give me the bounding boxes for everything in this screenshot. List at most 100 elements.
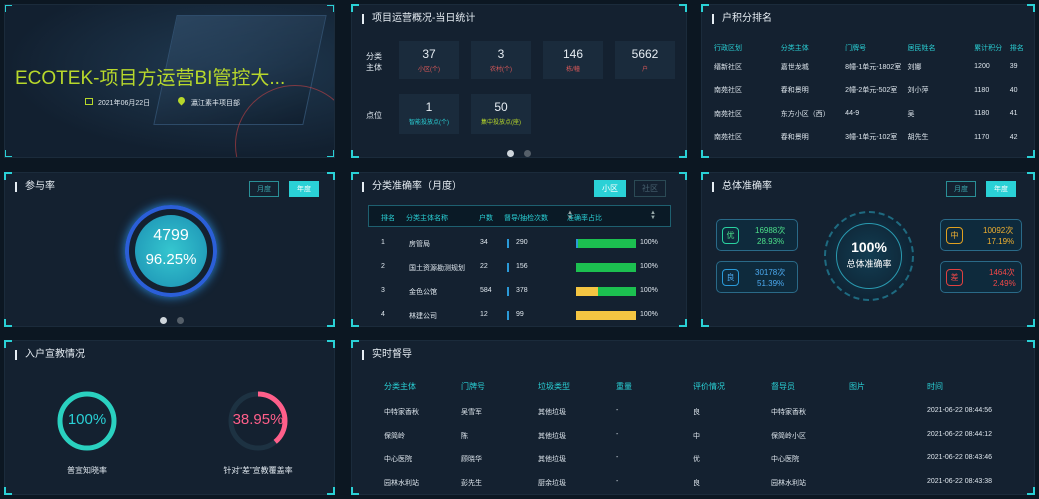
- table-cell: 中: [693, 432, 700, 440]
- grade-cha-box: 差 1464次 2.49%: [940, 261, 1022, 293]
- rank-cell: 3: [381, 287, 385, 294]
- column-header: 分类主体: [780, 45, 809, 52]
- table-cell: 1180: [974, 110, 990, 118]
- column-header: 门牌号: [845, 45, 867, 52]
- carousel-dots[interactable]: [160, 317, 184, 324]
- table-row[interactable]: 3 金色公馆 584 378 100%: [352, 287, 682, 301]
- ranking-panel: 户积分排名 行政区划 分类主体 门牌号 居民姓名 累计积分 排名 缙新社区 嘉世龙城 8幢-1单…: [701, 4, 1035, 158]
- accuracy-title: 分类准确率（月度）: [362, 182, 462, 192]
- household-title: 入户宣教情况: [15, 350, 85, 360]
- stat-value: 1: [425, 100, 433, 114]
- year-button[interactable]: 年度: [986, 181, 1016, 197]
- carousel-dot[interactable]: [177, 317, 184, 324]
- sort-icon[interactable]: ▲ ▼: [650, 210, 656, 221]
- stat-unit: 户: [641, 67, 648, 73]
- table-cell: 1170: [974, 133, 990, 141]
- table-cell: 1180: [974, 86, 990, 94]
- table-cell: 良: [693, 479, 700, 487]
- table-row[interactable]: 南苑社区 春和景明 2幢-2单元-502室 刘小萍 1180 40: [714, 79, 1032, 103]
- table-cell: 2021-06-22 08:43:38: [927, 477, 992, 485]
- households-cell: 22: [480, 263, 488, 270]
- month-button[interactable]: 月度: [946, 181, 976, 197]
- column-header: 分类主体名称: [406, 215, 448, 222]
- stat-box: 1 智能投放点(个): [399, 94, 459, 134]
- sort-icon[interactable]: ▲ ▼: [567, 210, 573, 221]
- column-header: 行政区划: [714, 45, 742, 52]
- stat-box: 3 农村(个): [471, 41, 531, 79]
- table-row[interactable]: 1 房管局 34 290 100%: [352, 239, 682, 253]
- carousel-dot[interactable]: [507, 150, 514, 157]
- pct-cell: 100%: [640, 311, 658, 318]
- table-cell: 其他垃圾: [538, 432, 566, 440]
- community-button[interactable]: 小区: [594, 180, 626, 197]
- household-panel: 入户宣教情况 100% 普宣知晓率 38.95% 针对“差”宣教覆盖率: [4, 340, 335, 495]
- grade-liang-pct: 51.39%: [757, 279, 785, 288]
- table-cell: 2幢-2单元-502室: [845, 87, 898, 95]
- overall-label: 总体准确率: [846, 259, 892, 269]
- accuracy-bar: [576, 263, 636, 272]
- table-cell: 39: [1009, 63, 1018, 71]
- table-cell: 胡先生: [907, 134, 929, 142]
- grade-cha-count: 1464次: [989, 268, 1015, 277]
- grade-cha-pct: 2.49%: [993, 279, 1016, 288]
- row1-label: 分类主体: [366, 52, 382, 72]
- table-cell: 春和景明: [780, 134, 809, 142]
- table-cell: 2021-06-22 08:44:56: [927, 407, 992, 414]
- column-header: 分类主体: [384, 382, 416, 391]
- column-header: 门牌号: [461, 382, 485, 391]
- table-row[interactable]: 园林水利站 彭先生 厨余垃圾 - 良 园林水利站 2021-06-22 08:43:38: [352, 478, 1032, 490]
- table-cell: 2021-06-22 08:44:12: [927, 430, 992, 438]
- column-header: 排名: [381, 215, 395, 222]
- carousel-dot[interactable]: [524, 150, 531, 157]
- neighborhood-button[interactable]: 社区: [634, 180, 666, 197]
- name-cell: 房管局: [409, 241, 430, 248]
- checks-cell: 378: [516, 287, 528, 294]
- month-button[interactable]: 月度: [249, 181, 279, 197]
- table-row[interactable]: 4 林建公司 12 99 100%: [352, 311, 682, 325]
- table-cell: 南苑社区: [714, 87, 742, 95]
- stat-box: 37 小区(个): [399, 41, 459, 79]
- overall-title: 总体准确率: [712, 182, 772, 192]
- stat-box: 5662 户: [615, 41, 675, 79]
- header-panel: ECOTEK-项目方运营BI管控大... 2021年06月22日 瀛江素丰项目部: [4, 4, 335, 158]
- table-row[interactable]: 中特家香秋 吴雪军 其他垃圾 - 良 中特家香秋 2021-06-22 08:44:56: [352, 407, 1032, 419]
- stat-box: 50 集中投放点(座): [471, 94, 531, 134]
- table-cell: 吴雪军: [461, 409, 482, 416]
- carousel-dots[interactable]: [507, 150, 531, 157]
- grade-you-pct: 28.93%: [757, 237, 785, 246]
- name-cell: 金色公馆: [409, 289, 437, 296]
- row2-label: 点位: [366, 111, 382, 120]
- table-cell: 3幢-1单元-102室: [845, 134, 898, 142]
- table-row[interactable]: 缙新社区 嘉世龙城 8幢-1单元-1802室 刘娜 1200 39: [714, 55, 1032, 79]
- table-cell: 厨余垃圾: [538, 479, 566, 487]
- column-header: 图片: [849, 382, 865, 391]
- stat-value: 146: [562, 47, 584, 61]
- table-row[interactable]: 南苑社区 东方小区（西） 44-9 吴 1180 41: [714, 102, 1032, 126]
- table-cell: 其他垃圾: [538, 456, 566, 463]
- column-header: 督导员: [771, 382, 795, 391]
- grade-zhong-pct: 17.19%: [987, 237, 1015, 246]
- table-cell: 优: [693, 456, 700, 463]
- ranking-table: 行政区划 分类主体 门牌号 居民姓名 累计积分 排名 缙新社区 嘉世龙城 8幢-1单元-1802…: [714, 41, 1032, 149]
- header-location: 瀛江素丰项目部: [191, 100, 240, 107]
- table-row[interactable]: 2 国土资源勘测规划 22 156 100%: [352, 263, 682, 277]
- table-row[interactable]: 中心医院 顾晓华 其他垃圾 - 优 中心医院 2021-06-22 08:43:46: [352, 454, 1032, 466]
- column-header: 户数: [479, 215, 493, 222]
- table-cell: -: [616, 407, 619, 414]
- carousel-dot[interactable]: [160, 317, 167, 324]
- table-cell: 良: [693, 409, 700, 416]
- table-row[interactable]: 保简岭 陈 其他垃圾 - 中 保简岭小区 2021-06-22 08:44:12: [352, 431, 1032, 443]
- checks-bar-marker: [507, 287, 509, 296]
- ranking-title: 户积分排名: [712, 14, 772, 24]
- pct-cell: 100%: [640, 287, 658, 294]
- year-button[interactable]: 年度: [289, 181, 319, 197]
- participation-gauge: 4799 96.25%: [125, 205, 217, 297]
- name-cell: 林建公司: [409, 313, 437, 320]
- stat-value: 50: [494, 100, 508, 114]
- table-cell: 缙新社区: [714, 63, 742, 71]
- accuracy-bar: [576, 287, 636, 296]
- checks-cell: 156: [516, 263, 528, 270]
- column-header: 评价情况: [693, 382, 725, 391]
- table-row[interactable]: 南苑社区 春和景明 3幢-1单元-102室 胡先生 1170 42: [714, 126, 1032, 150]
- coverage-value: 38.95%: [232, 411, 284, 428]
